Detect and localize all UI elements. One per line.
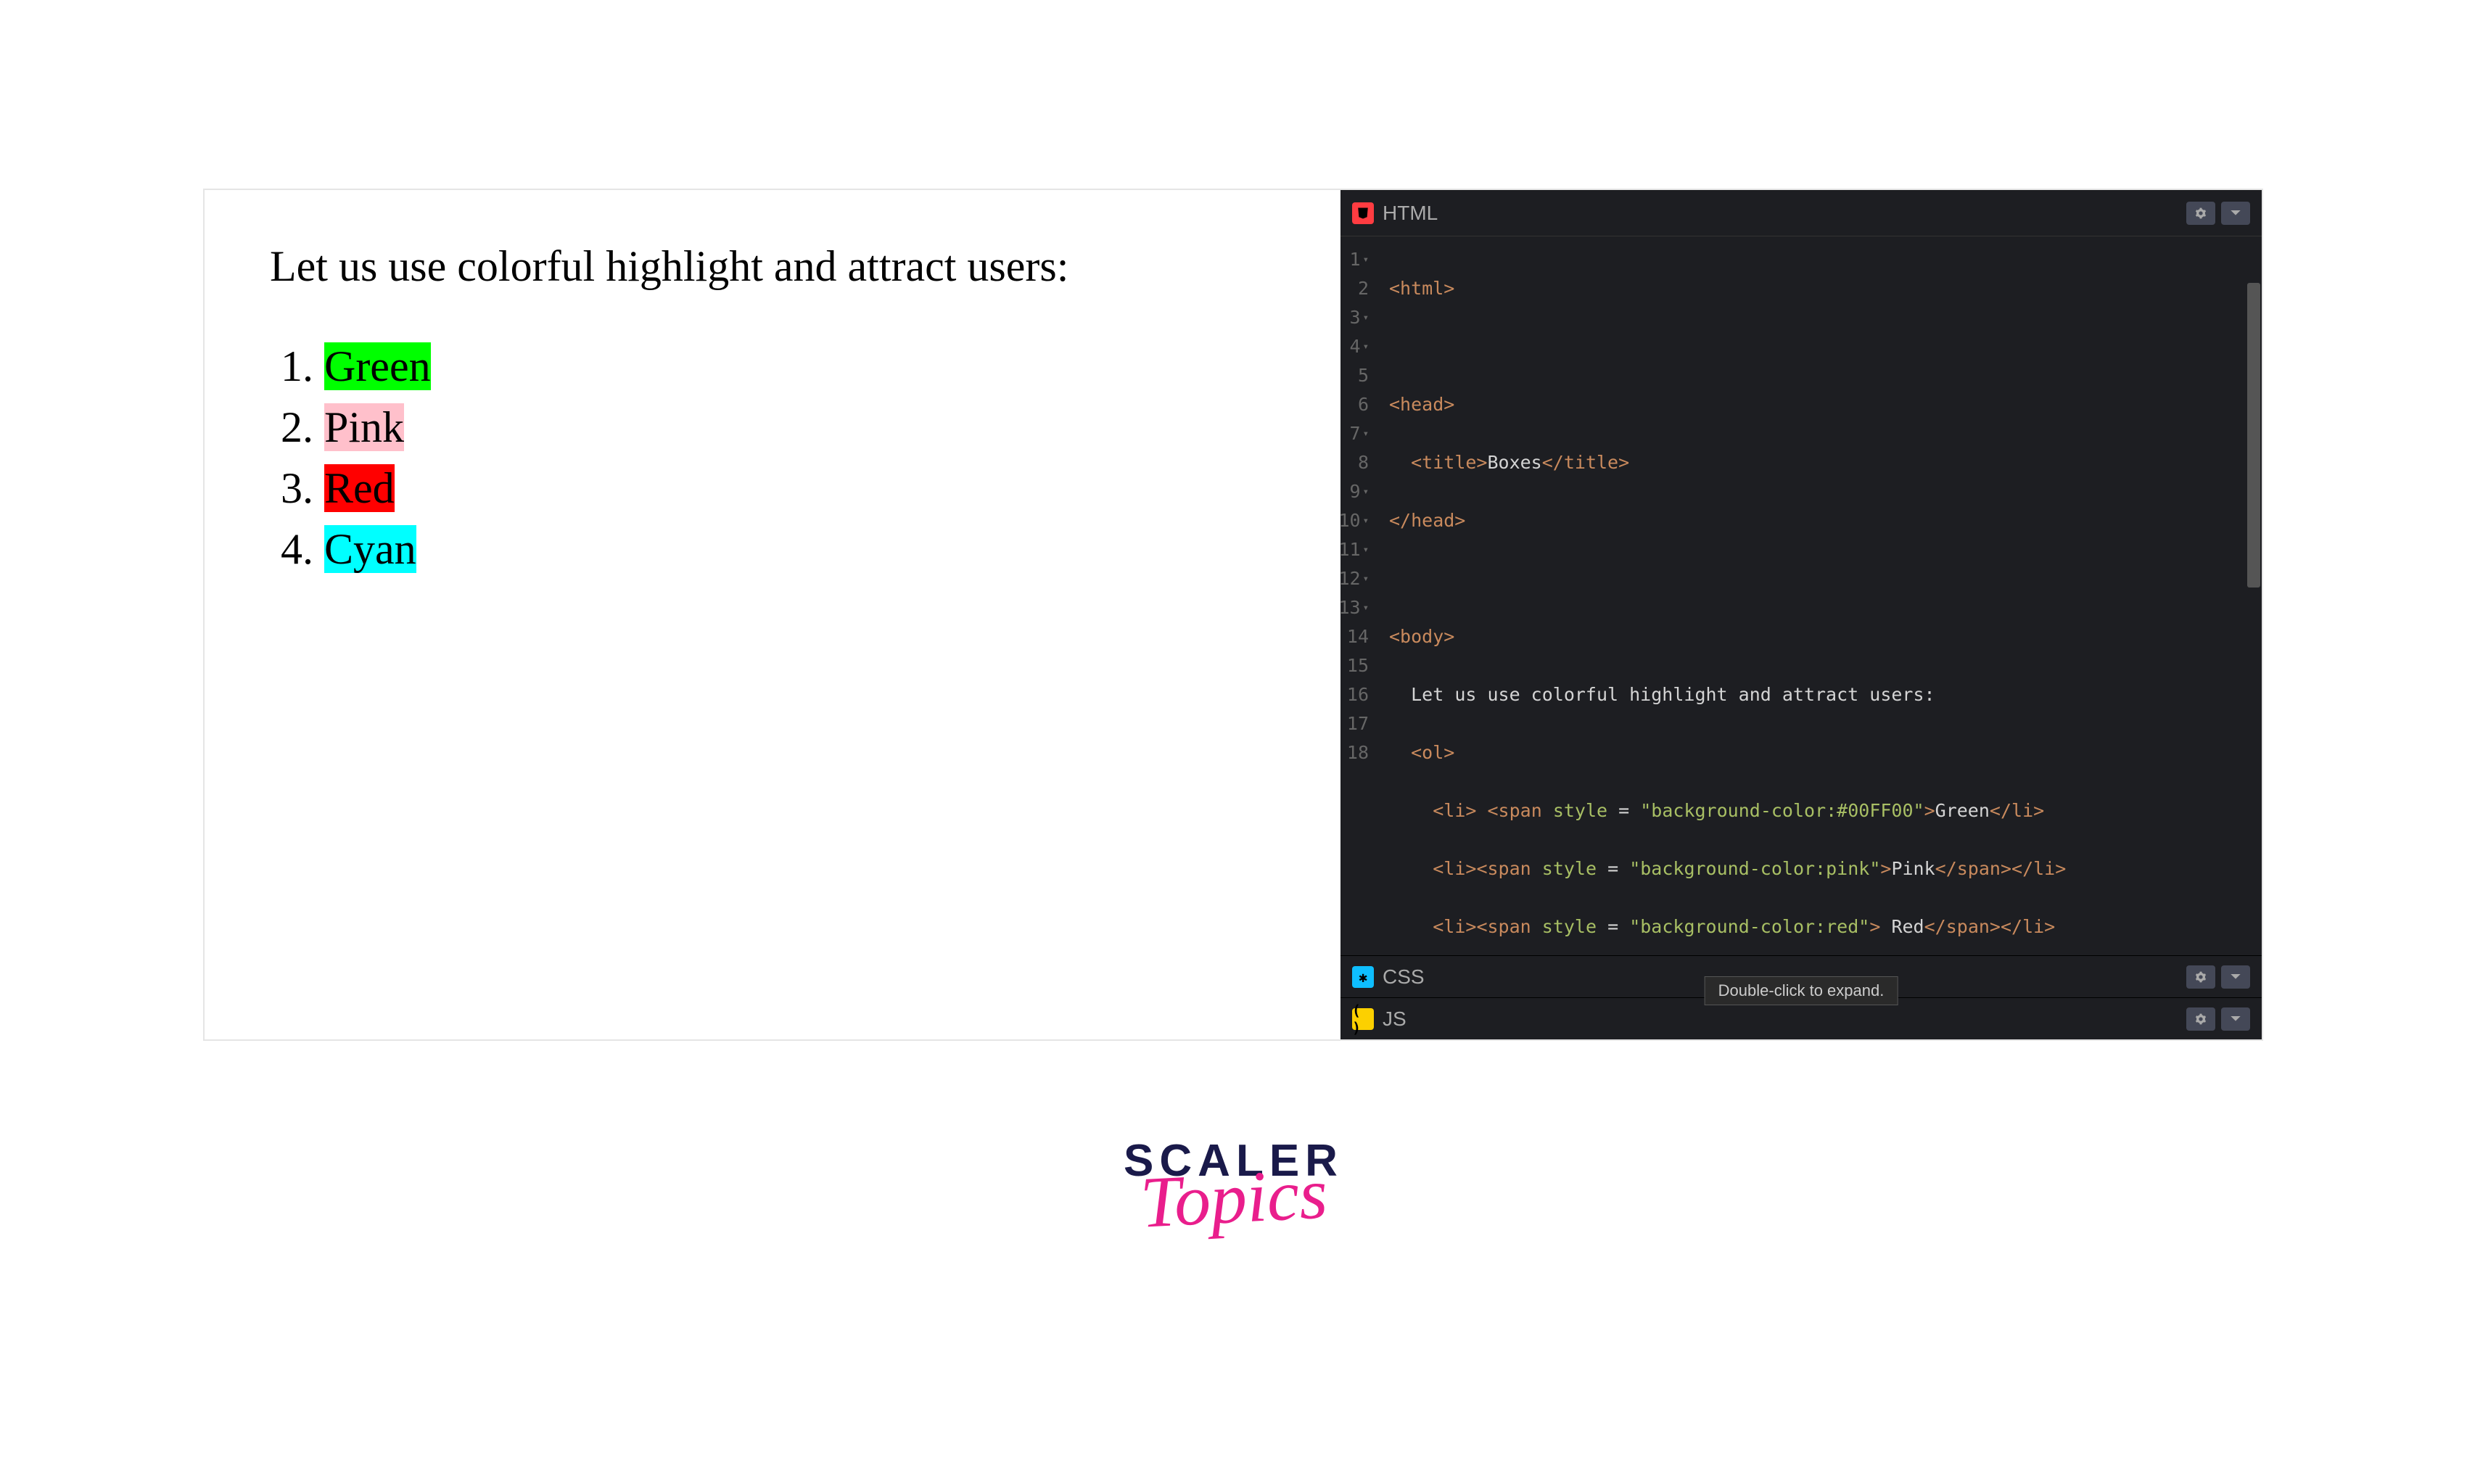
- editor-pane: HTML 1▾ 2 3▾ 4▾ 5 6 7▾ 8: [1340, 190, 2262, 1039]
- panel-header-actions: [2186, 202, 2250, 225]
- preview-intro: Let us use colorful highlight and attrac…: [270, 237, 1275, 296]
- scaler-logo: SCALER Topics: [1124, 1139, 1343, 1227]
- expand-button[interactable]: [2221, 1007, 2250, 1031]
- highlight-green: Green: [324, 342, 431, 390]
- settings-button[interactable]: [2186, 202, 2215, 225]
- gear-icon: [2195, 207, 2207, 219]
- expand-tooltip: Double-click to expand.: [1705, 976, 1898, 1005]
- html-panel-header[interactable]: HTML: [1340, 190, 2262, 236]
- panel-header-left: HTML: [1352, 202, 1438, 225]
- highlight-pink: Pink: [324, 403, 404, 451]
- settings-button[interactable]: [2186, 1007, 2215, 1031]
- js-icon: ( ): [1352, 1008, 1374, 1030]
- code-content[interactable]: <html> <head> <title>Boxes</title> </hea…: [1380, 236, 2262, 955]
- panel-header-left: ✱ CSS: [1352, 965, 1425, 989]
- chevron-down-icon: [2230, 1015, 2241, 1023]
- logo-line2: Topics: [1122, 1163, 1345, 1233]
- css-label: CSS: [1383, 965, 1425, 989]
- list-item: Cyan: [324, 519, 1275, 580]
- highlight-red: Red: [324, 464, 395, 512]
- scrollbar[interactable]: [2247, 283, 2260, 588]
- expand-button[interactable]: [2221, 965, 2250, 989]
- preview-pane: Let us use colorful highlight and attrac…: [205, 190, 1340, 1039]
- expand-button[interactable]: [2221, 202, 2250, 225]
- list-item: Red: [324, 458, 1275, 519]
- html-label: HTML: [1383, 202, 1438, 225]
- chevron-down-icon: [2230, 973, 2241, 981]
- line-gutter: 1▾ 2 3▾ 4▾ 5 6 7▾ 8 9▾ 10▾ 11▾ 12▾ 13▾ 1…: [1340, 236, 1380, 955]
- gear-icon: [2195, 1013, 2207, 1025]
- code-area[interactable]: 1▾ 2 3▾ 4▾ 5 6 7▾ 8 9▾ 10▾ 11▾ 12▾ 13▾ 1…: [1340, 236, 2262, 955]
- list-item: Pink: [324, 397, 1275, 458]
- settings-button[interactable]: [2186, 965, 2215, 989]
- preview-list: Green Pink Red Cyan: [270, 336, 1275, 580]
- css-icon: ✱: [1352, 966, 1374, 988]
- panel-header-actions: [2186, 1007, 2250, 1031]
- panel-header-left: ( ) JS: [1352, 1007, 1407, 1031]
- js-label: JS: [1383, 1007, 1407, 1031]
- chevron-down-icon: [2230, 209, 2241, 218]
- highlight-cyan: Cyan: [324, 525, 416, 573]
- html-icon: [1352, 202, 1374, 224]
- gear-icon: [2195, 971, 2207, 983]
- panel-header-actions: [2186, 965, 2250, 989]
- main-container: Let us use colorful highlight and attrac…: [203, 189, 2263, 1041]
- list-item: Green: [324, 336, 1275, 397]
